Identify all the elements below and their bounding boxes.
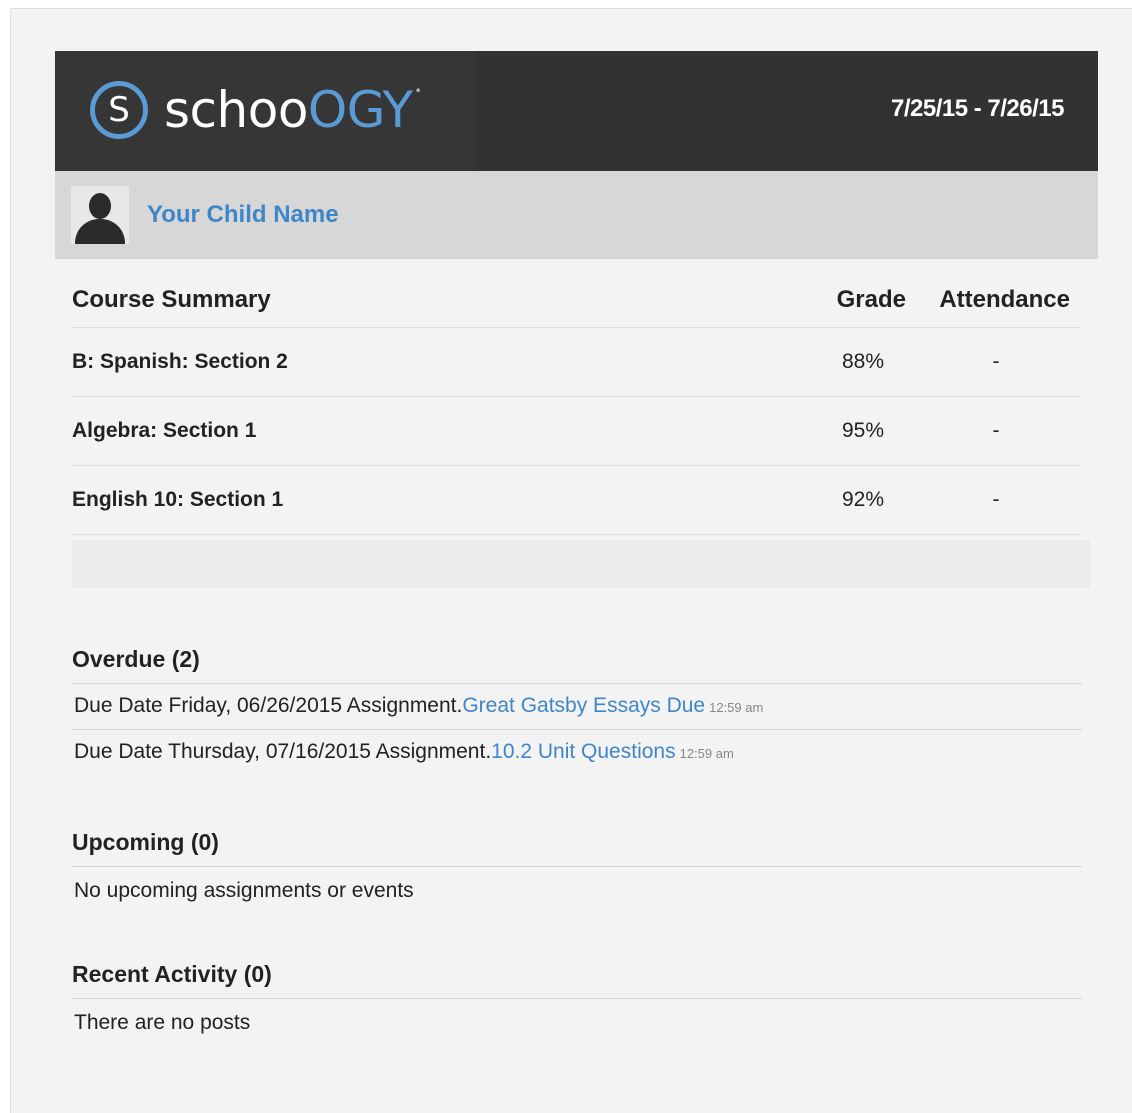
assignment-link[interactable]: 10.2 Unit Questions (491, 740, 675, 763)
course-summary-header: Course Summary Grade Attendance (72, 272, 1080, 328)
avatar-head (89, 193, 111, 219)
overdue-item-prefix: Due Date Thursday, 07/16/2015 Assignment… (74, 740, 492, 763)
logo-wordmark-accent: OGY (307, 81, 413, 139)
due-time: 12:59 am (709, 700, 764, 715)
child-bar: Your Child Name (55, 171, 1098, 259)
assignment-link[interactable]: Great Gatsby Essays Due (462, 694, 705, 717)
logo-s-icon: S (90, 81, 148, 139)
due-time: 12:59 am (679, 746, 734, 761)
table-row: B: Spanish: Section 2 88% - (72, 328, 1080, 397)
summary-footer-bar (72, 540, 1090, 588)
course-grade: 88% (841, 350, 885, 373)
overdue-item-prefix: Due Date Friday, 06/26/2015 Assignment. (74, 694, 463, 717)
logo-panel: S schooOGY • (55, 51, 475, 171)
avatar-body (75, 219, 125, 244)
course-summary-title: Course Summary (72, 285, 271, 313)
upcoming-empty-message: No upcoming assignments or events (74, 879, 414, 902)
course-attendance: - (992, 488, 1000, 511)
course-summary-table: Course Summary Grade Attendance B: Spani… (72, 272, 1080, 535)
attendance-column-header: Attendance (939, 285, 1070, 313)
date-range: 7/25/15 - 7/26/15 (891, 95, 1064, 122)
recent-activity-heading: Recent Activity (0) (72, 961, 1082, 999)
list-item: Due Date Friday, 06/26/2015 Assignment.G… (72, 684, 1082, 730)
course-name: Algebra: Section 1 (72, 419, 257, 442)
child-name-link[interactable]: Your Child Name (147, 201, 339, 229)
course-name: English 10: Section 1 (72, 488, 284, 511)
logo-trademark: • (414, 84, 422, 98)
table-row: English 10: Section 1 92% - (72, 466, 1080, 535)
recent-activity-empty-message: There are no posts (74, 1011, 251, 1034)
grade-column-header: Grade (836, 285, 906, 313)
list-item: Due Date Thursday, 07/16/2015 Assignment… (72, 730, 1082, 775)
course-name: B: Spanish: Section 2 (72, 350, 288, 373)
course-attendance: - (992, 419, 1000, 442)
logo-wordmark: schooOGY • (164, 84, 422, 135)
course-grade: 95% (841, 419, 885, 442)
upcoming-heading: Upcoming (0) (72, 829, 1082, 867)
table-row: Algebra: Section 1 95% - (72, 397, 1080, 466)
logo-wordmark-prefix: schoo (164, 81, 308, 139)
course-grade: 92% (841, 488, 885, 511)
schoology-logo: S schooOGY • (90, 81, 422, 139)
user-silhouette-icon (71, 186, 129, 244)
recent-activity-section: Recent Activity (0) There are no posts (72, 961, 1082, 1047)
header-banner: S schooOGY • 7/25/15 - 7/26/15 (55, 51, 1098, 171)
overdue-section: Overdue (2) Due Date Friday, 06/26/2015 … (72, 646, 1082, 775)
upcoming-section: Upcoming (0) No upcoming assignments or … (72, 829, 1082, 915)
overdue-heading: Overdue (2) (72, 646, 1082, 684)
course-attendance: - (992, 350, 1000, 373)
